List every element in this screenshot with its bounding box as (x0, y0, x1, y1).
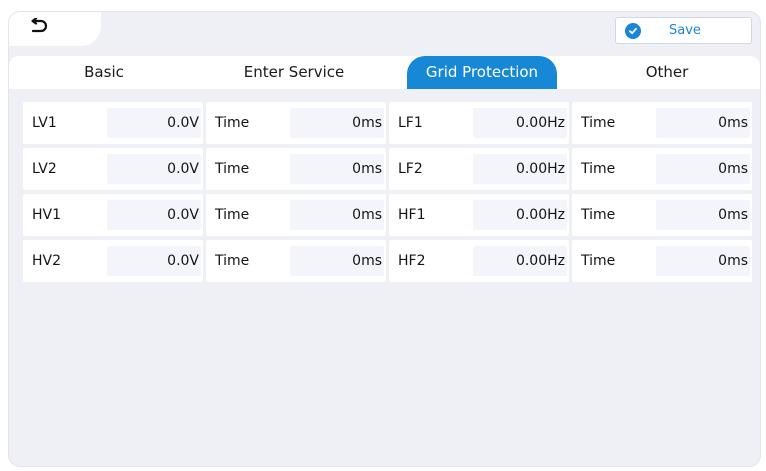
tab-bar: Basic Enter Service Grid Protection Othe… (9, 56, 760, 89)
settings-panel: Save Basic Enter Service Grid Protection… (8, 11, 761, 467)
tab-enter-service[interactable]: Enter Service (199, 56, 389, 89)
param-label: HF2 (398, 253, 426, 269)
param-value-field[interactable]: 0.0V (107, 200, 201, 230)
param-value-field[interactable]: 0.00Hz (473, 246, 567, 276)
param-value-field[interactable]: 0.00Hz (473, 108, 567, 138)
tab-basic[interactable]: Basic (9, 56, 199, 89)
param-label: HF1 (398, 207, 426, 223)
back-tab (9, 12, 101, 46)
param-cell: Time 0ms (206, 194, 386, 236)
param-value-field[interactable]: 0ms (656, 108, 750, 138)
back-arrow-icon (29, 17, 49, 40)
param-label: Time (581, 253, 616, 269)
param-cell: HF2 0.00Hz (389, 240, 569, 282)
param-cell: Time 0ms (572, 240, 752, 282)
save-label: Save (669, 23, 701, 38)
param-label: Time (215, 207, 250, 223)
param-label: Time (581, 161, 616, 177)
param-cell: LF2 0.00Hz (389, 148, 569, 190)
tab-other[interactable]: Other (574, 56, 760, 89)
param-value-field[interactable]: 0.0V (107, 154, 201, 184)
param-cell: Time 0ms (572, 148, 752, 190)
param-cell: HV1 0.0V (23, 194, 203, 236)
param-cell: HF1 0.00Hz (389, 194, 569, 236)
param-value-field[interactable]: 0ms (656, 200, 750, 230)
table-row: LV1 0.0V Time 0ms LF1 0.00Hz Time 0ms (23, 102, 754, 146)
table-row: HV1 0.0V Time 0ms HF1 0.00Hz Time 0ms (23, 194, 754, 238)
save-button[interactable]: Save (615, 17, 752, 44)
param-value-field[interactable]: 0.0V (107, 246, 201, 276)
param-label: LF1 (398, 115, 423, 131)
grid-protection-table: LV1 0.0V Time 0ms LF1 0.00Hz Time 0ms LV… (23, 102, 754, 286)
param-value-field[interactable]: 0ms (290, 154, 384, 184)
param-label: HV2 (32, 253, 62, 269)
param-label: LV2 (32, 161, 57, 177)
param-value-field[interactable]: 0.00Hz (473, 200, 567, 230)
param-value-field[interactable]: 0ms (290, 108, 384, 138)
check-circle-icon (625, 22, 641, 39)
param-label: Time (215, 161, 250, 177)
param-cell: Time 0ms (572, 102, 752, 144)
param-value-field[interactable]: 0ms (656, 154, 750, 184)
param-label: Time (215, 115, 250, 131)
param-value-field[interactable]: 0ms (656, 246, 750, 276)
param-cell: LF1 0.00Hz (389, 102, 569, 144)
param-cell: LV1 0.0V (23, 102, 203, 144)
param-label: HV1 (32, 207, 62, 223)
param-cell: LV2 0.0V (23, 148, 203, 190)
param-value-field[interactable]: 0ms (290, 246, 384, 276)
param-value-field[interactable]: 0ms (290, 200, 384, 230)
param-label: Time (581, 207, 616, 223)
param-value-field[interactable]: 0.00Hz (473, 154, 567, 184)
param-cell: Time 0ms (206, 240, 386, 282)
param-value-field[interactable]: 0.0V (107, 108, 201, 138)
param-cell: Time 0ms (206, 148, 386, 190)
param-cell: Time 0ms (572, 194, 752, 236)
param-cell: Time 0ms (206, 102, 386, 144)
param-cell: HV2 0.0V (23, 240, 203, 282)
param-label: Time (581, 115, 616, 131)
table-row: HV2 0.0V Time 0ms HF2 0.00Hz Time 0ms (23, 240, 754, 284)
table-row: LV2 0.0V Time 0ms LF2 0.00Hz Time 0ms (23, 148, 754, 192)
top-bar: Save (9, 12, 760, 46)
param-label: LV1 (32, 115, 57, 131)
back-button[interactable] (19, 16, 59, 42)
param-label: Time (215, 253, 250, 269)
param-label: LF2 (398, 161, 423, 177)
tab-grid-protection[interactable]: Grid Protection (407, 56, 557, 89)
